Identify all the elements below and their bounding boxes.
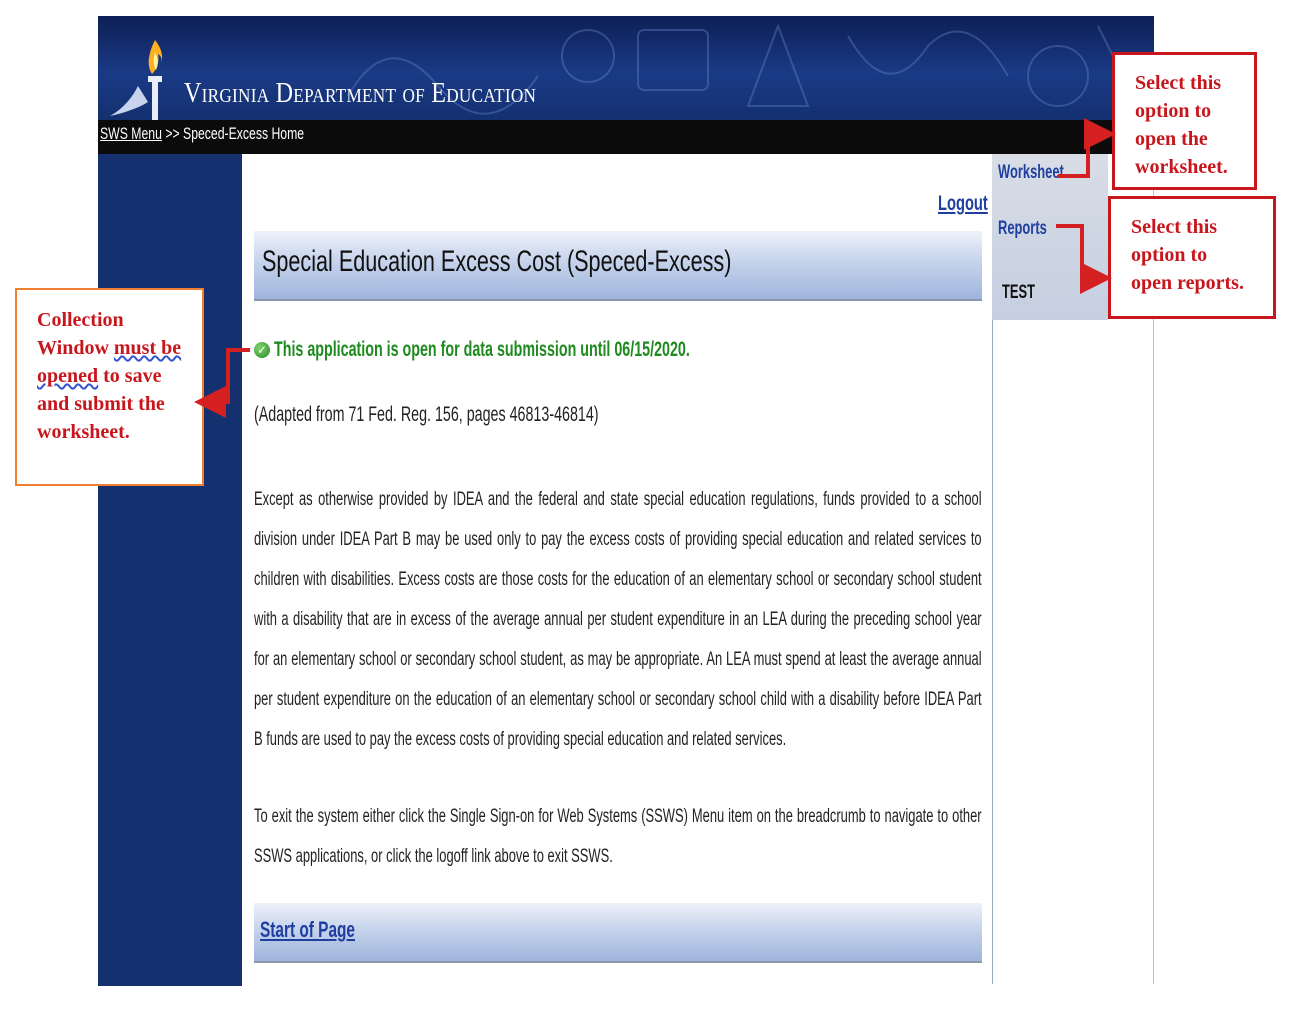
annotation-line: option to: [1131, 244, 1208, 266]
annotation-reports: Select this option to open reports.: [1108, 196, 1276, 319]
annotation-line: Select this: [1131, 216, 1218, 238]
breadcrumb: SWS Menu >> Speced-Excess Home: [100, 124, 304, 144]
breadcrumb-bar: SWS Menu >> Speced-Excess Home: [98, 120, 1154, 154]
title-bar: Special Education Excess Cost (Speced-Ex…: [254, 231, 982, 301]
exit-instructions-text: To exit the system either click the Sing…: [254, 806, 982, 867]
annotation-line: option to: [1135, 100, 1212, 122]
annotation-text: opened: [37, 365, 99, 387]
annotation-line: and submit the: [37, 393, 165, 415]
exit-instructions-paragraph: To exit the system either click the Sing…: [254, 797, 982, 877]
annotation-line: Collection: [37, 309, 124, 331]
footer-bar: Start of Page: [254, 903, 982, 963]
menu-item-worksheet[interactable]: Worksheet: [998, 162, 1064, 184]
right-menu: Worksheet Reports TEST: [992, 154, 1108, 320]
source-citation: (Adapted from 71 Fed. Reg. 156, pages 46…: [254, 403, 599, 426]
annotation-line: worksheet.: [1135, 156, 1228, 178]
site-title: Virginia Department of Education: [184, 78, 537, 109]
breadcrumb-current: Speced-Excess Home: [183, 124, 305, 143]
start-of-page-link[interactable]: Start of Page: [260, 917, 355, 943]
status-message: ✓ This application is open for data submi…: [254, 338, 885, 362]
annotation-text: to save: [98, 365, 162, 387]
status-text: This application is open for data submis…: [274, 338, 690, 361]
annotation-line: worksheet.: [37, 421, 130, 443]
annotation-text: Window: [37, 337, 114, 359]
annotation-text: must be: [113, 337, 182, 359]
description-paragraph: Except as otherwise provided by IDEA and…: [254, 480, 982, 760]
menu-item-test[interactable]: TEST: [1002, 282, 1035, 304]
header-banner: Virginia Department of Education: [98, 16, 1154, 120]
menu-item-reports[interactable]: Reports: [998, 218, 1047, 240]
breadcrumb-separator: >>: [165, 124, 180, 143]
page-title: Special Education Excess Cost (Speced-Ex…: [262, 245, 732, 278]
annotation-worksheet: Select this option to open the worksheet…: [1112, 52, 1257, 190]
logout-link[interactable]: Logout: [938, 192, 988, 216]
annotation-line: open reports.: [1131, 272, 1244, 294]
annotation-collection-window: Collection Window must be opened to save…: [15, 288, 204, 486]
annotation-line: opened to save: [37, 362, 202, 390]
annotation-line: Select this: [1135, 72, 1222, 94]
description-text: Except as otherwise provided by IDEA and…: [254, 489, 982, 750]
check-circle-icon: ✓: [254, 342, 270, 358]
annotation-line: Window must be: [37, 334, 202, 362]
left-sidebar: [98, 154, 242, 986]
annotation-line: open the: [1135, 128, 1208, 150]
breadcrumb-sws-menu-link[interactable]: SWS Menu: [100, 124, 162, 143]
torch-logo-icon: [110, 40, 163, 120]
